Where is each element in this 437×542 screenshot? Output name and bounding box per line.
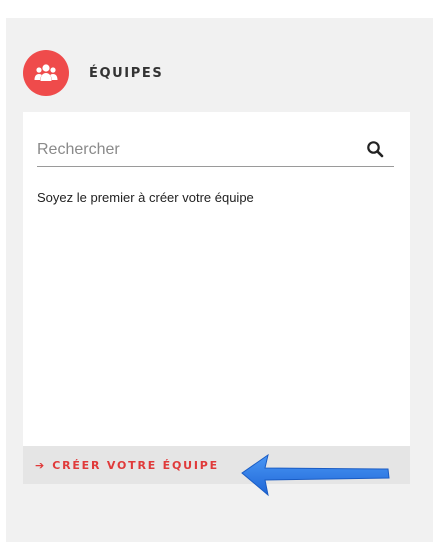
teams-card: Soyez le premier à créer votre équipe [23, 112, 410, 446]
teams-header: ÉQUIPES [23, 50, 163, 96]
page: ÉQUIPES Soyez le premier à créer votre é… [0, 0, 437, 542]
arrow-right-icon: ➔ [35, 458, 45, 472]
top-strip [23, 0, 410, 18]
search-input[interactable] [37, 138, 357, 162]
page-title: ÉQUIPES [89, 65, 164, 81]
team-icon [23, 50, 69, 96]
search-icon[interactable] [366, 140, 384, 158]
create-team-button[interactable]: ➔ CRÉER VOTRE ÉQUIPE [35, 446, 219, 484]
annotation-arrow-icon [241, 453, 390, 497]
empty-state-message: Soyez le premier à créer votre équipe [37, 190, 254, 205]
create-team-label: CRÉER VOTRE ÉQUIPE [52, 458, 219, 472]
search-field [37, 134, 394, 167]
